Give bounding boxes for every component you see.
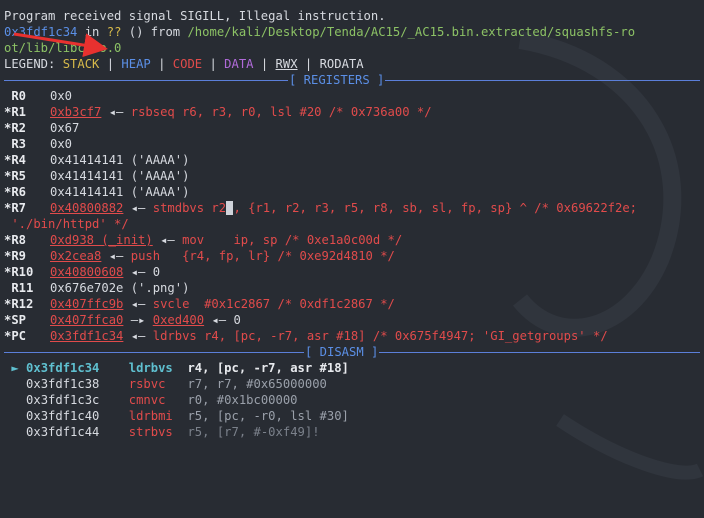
legend-data: DATA bbox=[224, 57, 254, 71]
legend-heap: HEAP bbox=[121, 57, 151, 71]
register-r7: *R7 0x40800882 ◂— stmdbvs r2 , {r1, r2, r… bbox=[4, 201, 638, 215]
disasm-line: 0x3fdf1c38 rsbvc r7, r7, #0x65000000 bbox=[26, 377, 327, 391]
disasm-line-current: ► 0x3fdf1c34 ldrbvs r4, [pc, -r7, asr #1… bbox=[4, 361, 349, 375]
register-r6: *R6 0x41414141 ('AAAA') bbox=[4, 185, 190, 199]
register-r12: *R12 0x407ffc9b ◂— svcle #0x1c2867 /* 0xd… bbox=[4, 297, 395, 311]
register-r9: *R9 0x2cea8 ◂— push {r4, fp, lr} /* 0xe92… bbox=[4, 249, 395, 263]
register-r10: *R10 0x40800608 ◂— 0 bbox=[4, 265, 161, 279]
register-sp: *SP 0x407ffca0 —▸ 0xed400 ◂— 0 bbox=[4, 313, 241, 327]
legend-line: LEGEND: STACK | HEAP | CODE | DATA | RWX… bbox=[4, 57, 364, 71]
disasm-line: 0x3fdf1c40 ldrbmi r5, [pc, -r0, lsl #30] bbox=[26, 409, 349, 423]
register-r2: *R2 0x67 bbox=[4, 121, 80, 135]
legend-code: CODE bbox=[172, 57, 203, 71]
register-r4: *R4 0x41414141 ('AAAA') bbox=[4, 153, 190, 167]
register-r3: R3 0x0 bbox=[4, 137, 73, 151]
legend-rwx: RWX bbox=[275, 57, 298, 71]
disasm-line: 0x3fdf1c44 strbvs r5, [r7, #-0xf49]! bbox=[26, 425, 320, 439]
signal-line: Program received signal SIGILL, Illegal … bbox=[4, 9, 386, 23]
register-r1: *R1 0xb3cf7 ◂— rsbseq r6, r3, r0, lsl #20… bbox=[4, 105, 432, 119]
register-r0: R0 0x0 bbox=[4, 89, 73, 103]
register-r7-cont: './bin/httpd' */ bbox=[4, 217, 129, 231]
location-line-cont: ot/lib/libc.so.0 bbox=[4, 41, 122, 55]
register-r5: *R5 0x41414141 ('AAAA') bbox=[4, 169, 190, 183]
disasm-line: 0x3fdf1c3c cmnvc r0, #0x1bc00000 bbox=[26, 393, 298, 407]
library-path: /home/kali/Desktop/Tenda/AC15/_AC15.bin.… bbox=[187, 25, 636, 39]
pc-address: 0x3fdf1c34 bbox=[4, 25, 78, 39]
register-r8: *R8 0xd938 (_init) ◂— mov ip, sp /* 0xe1a… bbox=[4, 233, 403, 247]
right-triangle-marker-icon: ► bbox=[4, 361, 27, 375]
disasm-title: [ DISASM ] bbox=[305, 345, 379, 359]
legend-stack: STACK bbox=[62, 57, 100, 71]
legend-rodata: RODATA bbox=[319, 57, 364, 71]
register-r11: R11 0x676e702e ('.png') bbox=[4, 281, 190, 295]
register-pc: *PC 0x3fdf1c34 ◂— ldrbvs r4, [pc, -r7, as… bbox=[4, 329, 608, 343]
terminal[interactable]: Program received signal SIGILL, Illegal … bbox=[4, 8, 700, 440]
disasm-separator: [ DISASM ] bbox=[4, 344, 700, 360]
registers-title: [ REGISTERS ] bbox=[289, 73, 385, 87]
registers-separator: [ REGISTERS ] bbox=[4, 72, 700, 88]
location-line: 0x3fdf1c34 in ?? () from /home/kali/Desk… bbox=[4, 25, 636, 39]
